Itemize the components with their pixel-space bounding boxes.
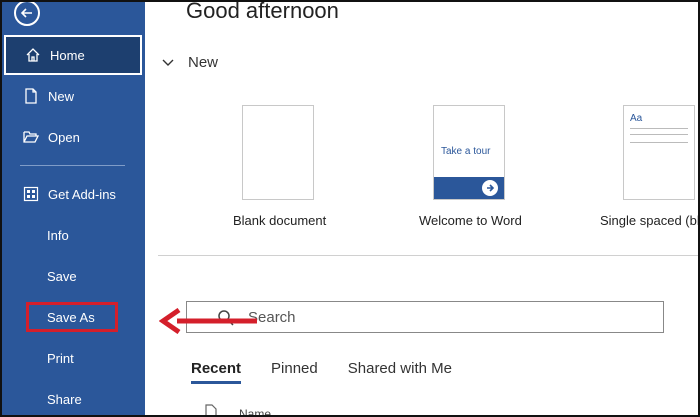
page-title: Good afternoon — [186, 0, 339, 23]
folder-open-icon — [20, 126, 42, 148]
sidebar-item-print[interactable]: Print — [2, 338, 145, 378]
tab-recent[interactable]: Recent — [191, 360, 242, 384]
column-header-name[interactable]: Name — [239, 407, 271, 415]
backstage-main: Good afternoon New Blank document Take a… — [145, 0, 700, 415]
back-arrow-icon — [20, 8, 32, 18]
text-line — [630, 128, 688, 129]
sidebar-item-label: Home — [50, 47, 85, 63]
sidebar: Home New Open Get Add-ins Info Save Save… — [2, 2, 145, 415]
sidebar-item-label: Open — [48, 129, 80, 145]
sidebar-item-label: Print — [47, 350, 74, 366]
section-divider — [158, 255, 698, 256]
sidebar-item-label: New — [48, 88, 75, 104]
back-button[interactable] — [14, 2, 40, 26]
annotation-arrow-icon — [159, 308, 257, 334]
template-thumb-text: Aa — [630, 113, 643, 124]
save-as-highlight-box — [26, 302, 118, 332]
sidebar-item-save[interactable]: Save — [2, 256, 145, 296]
sidebar-item-info[interactable]: Info — [2, 215, 145, 255]
word-backstage-window: Home New Open Get Add-ins Info Save Save… — [0, 0, 700, 417]
sidebar-item-share[interactable]: Share — [2, 379, 145, 415]
new-section-label: New — [188, 54, 219, 71]
add-ins-icon — [20, 183, 42, 205]
sidebar-item-label: Info — [47, 227, 69, 243]
tab-shared-with-me[interactable]: Shared with Me — [348, 360, 452, 384]
file-tabs: Recent Pinned Shared with Me — [191, 360, 482, 384]
text-line — [630, 134, 688, 135]
file-type-icon — [205, 404, 217, 415]
sidebar-item-home[interactable]: Home — [4, 35, 142, 75]
home-icon — [22, 44, 44, 66]
text-line — [630, 142, 688, 143]
template-thumb-band — [434, 177, 504, 199]
new-section-toggle[interactable]: New — [162, 54, 218, 71]
template-label: Blank document — [233, 213, 327, 228]
template-label: Welcome to Word — [419, 213, 522, 228]
blank-document-template[interactable] — [242, 105, 314, 200]
sidebar-item-label: Get Add-ins — [48, 186, 116, 202]
arrow-right-icon — [482, 180, 498, 196]
template-label: Single spaced (bla — [600, 213, 700, 228]
welcome-to-word-template[interactable]: Take a tour — [433, 105, 505, 200]
tab-pinned[interactable]: Pinned — [271, 360, 318, 384]
sidebar-item-label: Share — [47, 391, 82, 407]
sidebar-divider — [20, 165, 125, 166]
new-document-icon — [20, 85, 42, 107]
sidebar-item-label: Save — [47, 268, 77, 284]
sidebar-item-get-add-ins[interactable]: Get Add-ins — [2, 174, 145, 214]
chevron-down-icon — [162, 59, 174, 66]
template-thumb-text: Take a tour — [441, 146, 491, 157]
single-spaced-template[interactable]: Aa — [623, 105, 695, 200]
sidebar-item-open[interactable]: Open — [2, 117, 145, 157]
sidebar-item-new[interactable]: New — [2, 76, 145, 116]
